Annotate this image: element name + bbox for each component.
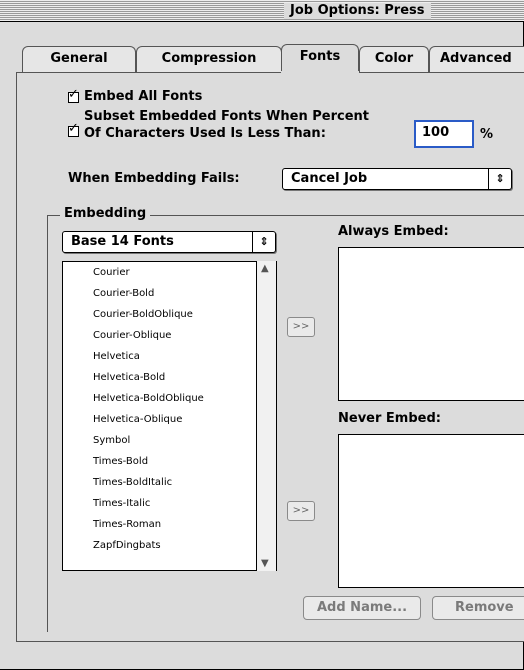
- font-list-scrollbar[interactable]: ▲ ▼: [256, 261, 276, 571]
- tab-fonts[interactable]: Fonts: [281, 44, 359, 72]
- subset-percent-input[interactable]: 100: [414, 120, 474, 148]
- remove-button[interactable]: Remove: [432, 596, 524, 620]
- tab-advanced-label: Advanced: [440, 51, 512, 66]
- when-embedding-fails-popup[interactable]: Cancel Job ⇕: [282, 168, 512, 190]
- active-tab-connector: [281, 71, 359, 74]
- tab-compression-label: Compression: [161, 51, 257, 66]
- add-to-never-embed-button[interactable]: >>: [287, 501, 315, 521]
- font-list-item[interactable]: Times-Italic: [93, 497, 150, 511]
- percent-unit: %: [480, 127, 494, 142]
- checkmark-icon: ✓: [68, 121, 79, 136]
- never-embed-label: Never Embed:: [338, 411, 441, 426]
- scroll-up-arrow-icon[interactable]: ▲: [261, 263, 269, 274]
- title-bar[interactable]: [0, 0, 524, 22]
- never-embed-list[interactable]: [338, 434, 524, 588]
- font-list-item[interactable]: Times-Roman: [93, 518, 161, 532]
- font-list-item[interactable]: Times-Bold: [93, 455, 148, 469]
- font-list-item[interactable]: Courier-BoldOblique: [93, 308, 193, 322]
- scroll-down-arrow-icon[interactable]: ▼: [261, 558, 269, 569]
- font-list-item[interactable]: Courier-Oblique: [93, 329, 171, 343]
- tab-general-label: General: [50, 51, 108, 66]
- font-source-popup[interactable]: Base 14 Fonts ⇕: [62, 231, 276, 253]
- tab-color-label: Color: [374, 51, 414, 66]
- font-list-item[interactable]: Helvetica: [93, 350, 140, 364]
- font-list-item[interactable]: Helvetica-Bold: [93, 371, 165, 385]
- when-embedding-fails-value: Cancel Job: [291, 171, 368, 186]
- font-list-item[interactable]: Helvetica-Oblique: [93, 413, 182, 427]
- font-list-item[interactable]: Symbol: [93, 434, 130, 448]
- embed-all-fonts-label: Embed All Fonts: [84, 89, 203, 104]
- subset-label-line1: Subset Embedded Fonts When Percent: [84, 109, 369, 124]
- embed-all-fonts-checkbox[interactable]: ✓: [68, 88, 79, 103]
- font-list-item[interactable]: Courier-Bold: [93, 287, 154, 301]
- tab-color[interactable]: Color: [359, 46, 429, 72]
- font-list-item[interactable]: ZapfDingbats: [93, 539, 161, 553]
- embedding-group-border-left: [47, 215, 48, 632]
- tab-compression[interactable]: Compression: [136, 46, 282, 72]
- add-name-button[interactable]: Add Name...: [303, 596, 421, 620]
- when-embedding-fails-label: When Embedding Fails:: [68, 171, 240, 186]
- add-to-always-embed-button[interactable]: >>: [287, 317, 315, 337]
- popup-arrows-icon: ⇕: [252, 232, 275, 252]
- font-list[interactable]: Courier Courier-Bold Courier-BoldOblique…: [62, 261, 277, 571]
- always-embed-list[interactable]: [338, 247, 524, 401]
- font-list-item[interactable]: Courier: [93, 266, 130, 280]
- window-title: Job Options: Press: [284, 3, 431, 19]
- always-embed-label: Always Embed:: [338, 224, 449, 239]
- embedding-group-label: Embedding: [60, 206, 151, 221]
- subset-label-line2: Of Characters Used Is Less Than:: [84, 126, 326, 141]
- popup-arrows-icon: ⇕: [488, 169, 511, 189]
- font-source-value: Base 14 Fonts: [71, 234, 174, 249]
- tab-fonts-label: Fonts: [299, 49, 341, 64]
- subset-fonts-label: Subset Embedded Fonts When Percent Of Ch…: [84, 108, 369, 142]
- tab-general[interactable]: General: [22, 46, 136, 72]
- tab-advanced[interactable]: Advanced: [429, 46, 524, 72]
- subset-fonts-checkbox[interactable]: ✓: [68, 122, 79, 137]
- font-list-item[interactable]: Times-BoldItalic: [93, 476, 172, 490]
- font-list-item[interactable]: Helvetica-BoldOblique: [93, 392, 204, 406]
- checkmark-icon: ✓: [68, 87, 79, 102]
